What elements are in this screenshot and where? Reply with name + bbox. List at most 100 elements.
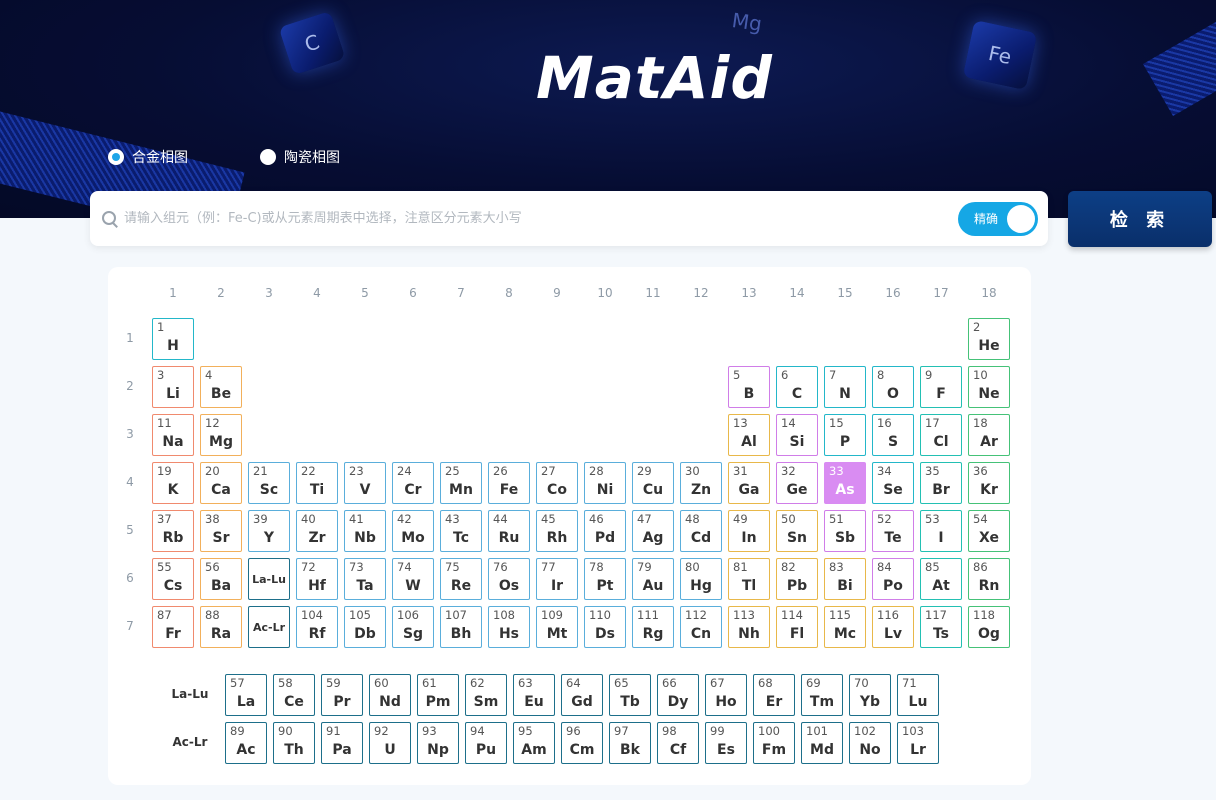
element-cell-rn[interactable]: 86 Rn bbox=[968, 558, 1010, 600]
element-cell-rh[interactable]: 45 Rh bbox=[536, 510, 578, 552]
element-cell-fr[interactable]: 87 Fr bbox=[152, 606, 194, 648]
element-cell-mg[interactable]: 12 Mg bbox=[200, 414, 242, 456]
element-cell-lv[interactable]: 116 Lv bbox=[872, 606, 914, 648]
element-cell-pm[interactable]: 61 Pm bbox=[417, 674, 459, 716]
element-cell-sg[interactable]: 106 Sg bbox=[392, 606, 434, 648]
element-cell-u[interactable]: 92 U bbox=[369, 722, 411, 764]
radio-ceramic-phase[interactable]: 陶瓷相图 bbox=[260, 147, 340, 167]
element-cell-li[interactable]: 3 Li bbox=[152, 366, 194, 408]
element-cell-pd[interactable]: 46 Pd bbox=[584, 510, 626, 552]
range-cell-actinides[interactable]: Ac-Lr bbox=[248, 606, 290, 648]
element-cell-s[interactable]: 16 S bbox=[872, 414, 914, 456]
element-cell-pu[interactable]: 94 Pu bbox=[465, 722, 507, 764]
element-cell-no[interactable]: 102 No bbox=[849, 722, 891, 764]
element-cell-mc[interactable]: 115 Mc bbox=[824, 606, 866, 648]
element-cell-lu[interactable]: 71 Lu bbox=[897, 674, 939, 716]
radio-alloy-phase[interactable]: 合金相图 bbox=[108, 147, 188, 167]
element-cell-db[interactable]: 105 Db bbox=[344, 606, 386, 648]
element-cell-am[interactable]: 95 Am bbox=[513, 722, 555, 764]
exact-match-toggle[interactable]: 精确 bbox=[958, 201, 1038, 236]
element-cell-c[interactable]: 6C bbox=[776, 366, 818, 408]
element-cell-rg[interactable]: 111 Rg bbox=[632, 606, 674, 648]
element-cell-mn[interactable]: 25 Mn bbox=[440, 462, 482, 504]
element-cell-he[interactable]: 2 He bbox=[968, 318, 1010, 360]
element-cell-ba[interactable]: 56 Ba bbox=[200, 558, 242, 600]
element-cell-be[interactable]: 4 Be bbox=[200, 366, 242, 408]
element-cell-at[interactable]: 85 At bbox=[920, 558, 962, 600]
element-cell-v[interactable]: 23 V bbox=[344, 462, 386, 504]
element-cell-dy[interactable]: 66 Dy bbox=[657, 674, 699, 716]
element-cell-hg[interactable]: 80 Hg bbox=[680, 558, 722, 600]
element-cell-ra[interactable]: 88 Ra bbox=[200, 606, 242, 648]
element-cell-eu[interactable]: 63 Eu bbox=[513, 674, 555, 716]
element-cell-tm[interactable]: 69 Tm bbox=[801, 674, 843, 716]
element-cell-bi[interactable]: 83 Bi bbox=[824, 558, 866, 600]
element-cell-ac[interactable]: 89 Ac bbox=[225, 722, 267, 764]
element-cell-cr[interactable]: 24 Cr bbox=[392, 462, 434, 504]
element-cell-cs[interactable]: 55 Cs bbox=[152, 558, 194, 600]
element-cell-hf[interactable]: 72 Hf bbox=[296, 558, 338, 600]
element-cell-sn[interactable]: 50 Sn bbox=[776, 510, 818, 552]
element-cell-y[interactable]: 39 Y bbox=[248, 510, 290, 552]
element-cell-pa[interactable]: 91 Pa bbox=[321, 722, 363, 764]
element-cell-k[interactable]: 19 K bbox=[152, 462, 194, 504]
element-cell-fl[interactable]: 114 Fl bbox=[776, 606, 818, 648]
element-cell-tl[interactable]: 81 Tl bbox=[728, 558, 770, 600]
element-cell-as[interactable]: 33 As bbox=[824, 462, 866, 504]
element-cell-ni[interactable]: 28 Ni bbox=[584, 462, 626, 504]
element-cell-h[interactable]: 1H bbox=[152, 318, 194, 360]
element-cell-xe[interactable]: 54 Xe bbox=[968, 510, 1010, 552]
element-cell-pb[interactable]: 82 Pb bbox=[776, 558, 818, 600]
element-cell-zr[interactable]: 40 Zr bbox=[296, 510, 338, 552]
element-cell-tc[interactable]: 43 Tc bbox=[440, 510, 482, 552]
element-cell-pt[interactable]: 78 Pt bbox=[584, 558, 626, 600]
element-cell-rb[interactable]: 37 Rb bbox=[152, 510, 194, 552]
element-cell-ne[interactable]: 10 Ne bbox=[968, 366, 1010, 408]
element-cell-b[interactable]: 5B bbox=[728, 366, 770, 408]
element-cell-pr[interactable]: 59 Pr bbox=[321, 674, 363, 716]
element-cell-ti[interactable]: 22 Ti bbox=[296, 462, 338, 504]
element-cell-i[interactable]: 53 I bbox=[920, 510, 962, 552]
element-cell-te[interactable]: 52 Te bbox=[872, 510, 914, 552]
range-cell-lanthanides[interactable]: La-Lu bbox=[248, 558, 290, 600]
element-cell-sc[interactable]: 21 Sc bbox=[248, 462, 290, 504]
element-cell-fe[interactable]: 26 Fe bbox=[488, 462, 530, 504]
element-cell-se[interactable]: 34 Se bbox=[872, 462, 914, 504]
element-cell-ar[interactable]: 18 Ar bbox=[968, 414, 1010, 456]
element-cell-os[interactable]: 76 Os bbox=[488, 558, 530, 600]
element-cell-au[interactable]: 79 Au bbox=[632, 558, 674, 600]
search-input[interactable] bbox=[124, 211, 958, 226]
element-cell-in[interactable]: 49 In bbox=[728, 510, 770, 552]
element-cell-ru[interactable]: 44 Ru bbox=[488, 510, 530, 552]
element-cell-cu[interactable]: 29 Cu bbox=[632, 462, 674, 504]
element-cell-fm[interactable]: 100 Fm bbox=[753, 722, 795, 764]
element-cell-zn[interactable]: 30 Zn bbox=[680, 462, 722, 504]
element-cell-w[interactable]: 74 W bbox=[392, 558, 434, 600]
element-cell-nh[interactable]: 113 Nh bbox=[728, 606, 770, 648]
element-cell-nd[interactable]: 60 Nd bbox=[369, 674, 411, 716]
element-cell-kr[interactable]: 36 Kr bbox=[968, 462, 1010, 504]
element-cell-o[interactable]: 8O bbox=[872, 366, 914, 408]
element-cell-al[interactable]: 13 Al bbox=[728, 414, 770, 456]
element-cell-ca[interactable]: 20 Ca bbox=[200, 462, 242, 504]
element-cell-og[interactable]: 118 Og bbox=[968, 606, 1010, 648]
element-cell-tb[interactable]: 65 Tb bbox=[609, 674, 651, 716]
element-cell-sb[interactable]: 51 Sb bbox=[824, 510, 866, 552]
element-cell-er[interactable]: 68 Er bbox=[753, 674, 795, 716]
element-cell-mo[interactable]: 42 Mo bbox=[392, 510, 434, 552]
element-cell-f[interactable]: 9F bbox=[920, 366, 962, 408]
element-cell-rf[interactable]: 104 Rf bbox=[296, 606, 338, 648]
element-cell-bk[interactable]: 97 Bk bbox=[609, 722, 651, 764]
element-cell-ho[interactable]: 67 Ho bbox=[705, 674, 747, 716]
element-cell-ge[interactable]: 32 Ge bbox=[776, 462, 818, 504]
element-cell-la[interactable]: 57 La bbox=[225, 674, 267, 716]
element-cell-bh[interactable]: 107 Bh bbox=[440, 606, 482, 648]
element-cell-th[interactable]: 90 Th bbox=[273, 722, 315, 764]
element-cell-ag[interactable]: 47 Ag bbox=[632, 510, 674, 552]
element-cell-po[interactable]: 84 Po bbox=[872, 558, 914, 600]
element-cell-sm[interactable]: 62 Sm bbox=[465, 674, 507, 716]
element-cell-na[interactable]: 11 Na bbox=[152, 414, 194, 456]
element-cell-br[interactable]: 35 Br bbox=[920, 462, 962, 504]
element-cell-co[interactable]: 27 Co bbox=[536, 462, 578, 504]
element-cell-si[interactable]: 14 Si bbox=[776, 414, 818, 456]
